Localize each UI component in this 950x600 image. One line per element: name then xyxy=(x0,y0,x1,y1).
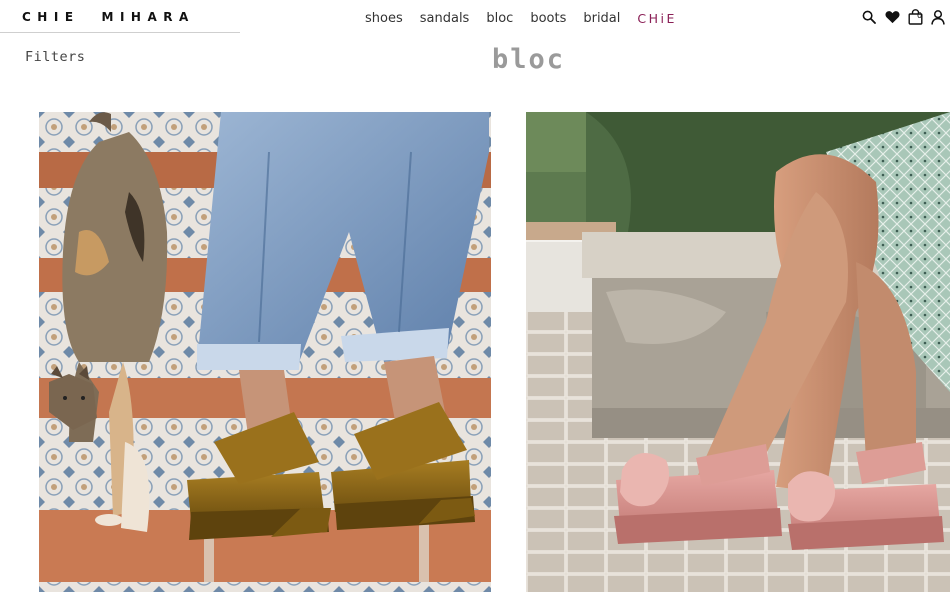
search-icon[interactable] xyxy=(861,9,877,25)
product-image-1 xyxy=(39,112,491,592)
main-nav: shoes sandals bloc boots bridal CHiE xyxy=(365,11,694,26)
page-title: bloc xyxy=(491,44,566,75)
nav-item-shoes[interactable]: shoes xyxy=(365,11,403,26)
header-icons: 0 xyxy=(861,9,946,25)
header-divider xyxy=(0,32,240,33)
nav-item-boots[interactable]: boots xyxy=(530,11,566,26)
nav-item-sandals[interactable]: sandals xyxy=(420,11,470,26)
site-header: CHIE MIHARA shoes sandals bloc boots brid… xyxy=(0,0,950,38)
cart-button[interactable]: 0 xyxy=(907,9,923,25)
product-card-2[interactable] xyxy=(526,112,950,592)
nav-item-bridal[interactable]: bridal xyxy=(583,11,620,26)
user-icon[interactable] xyxy=(930,9,946,25)
logo-part2: MIHARA xyxy=(101,10,195,24)
cart-count-badge: 0 xyxy=(917,11,923,20)
product-image-2 xyxy=(526,112,950,592)
logo-part1: CHIE xyxy=(22,10,80,24)
product-card-1[interactable] xyxy=(39,112,491,592)
heart-icon[interactable] xyxy=(884,9,900,25)
nav-item-bloc[interactable]: bloc xyxy=(486,11,513,26)
brand-logo[interactable]: CHIE MIHARA xyxy=(22,10,195,24)
nav-item-chie[interactable]: CHiE xyxy=(637,11,677,26)
